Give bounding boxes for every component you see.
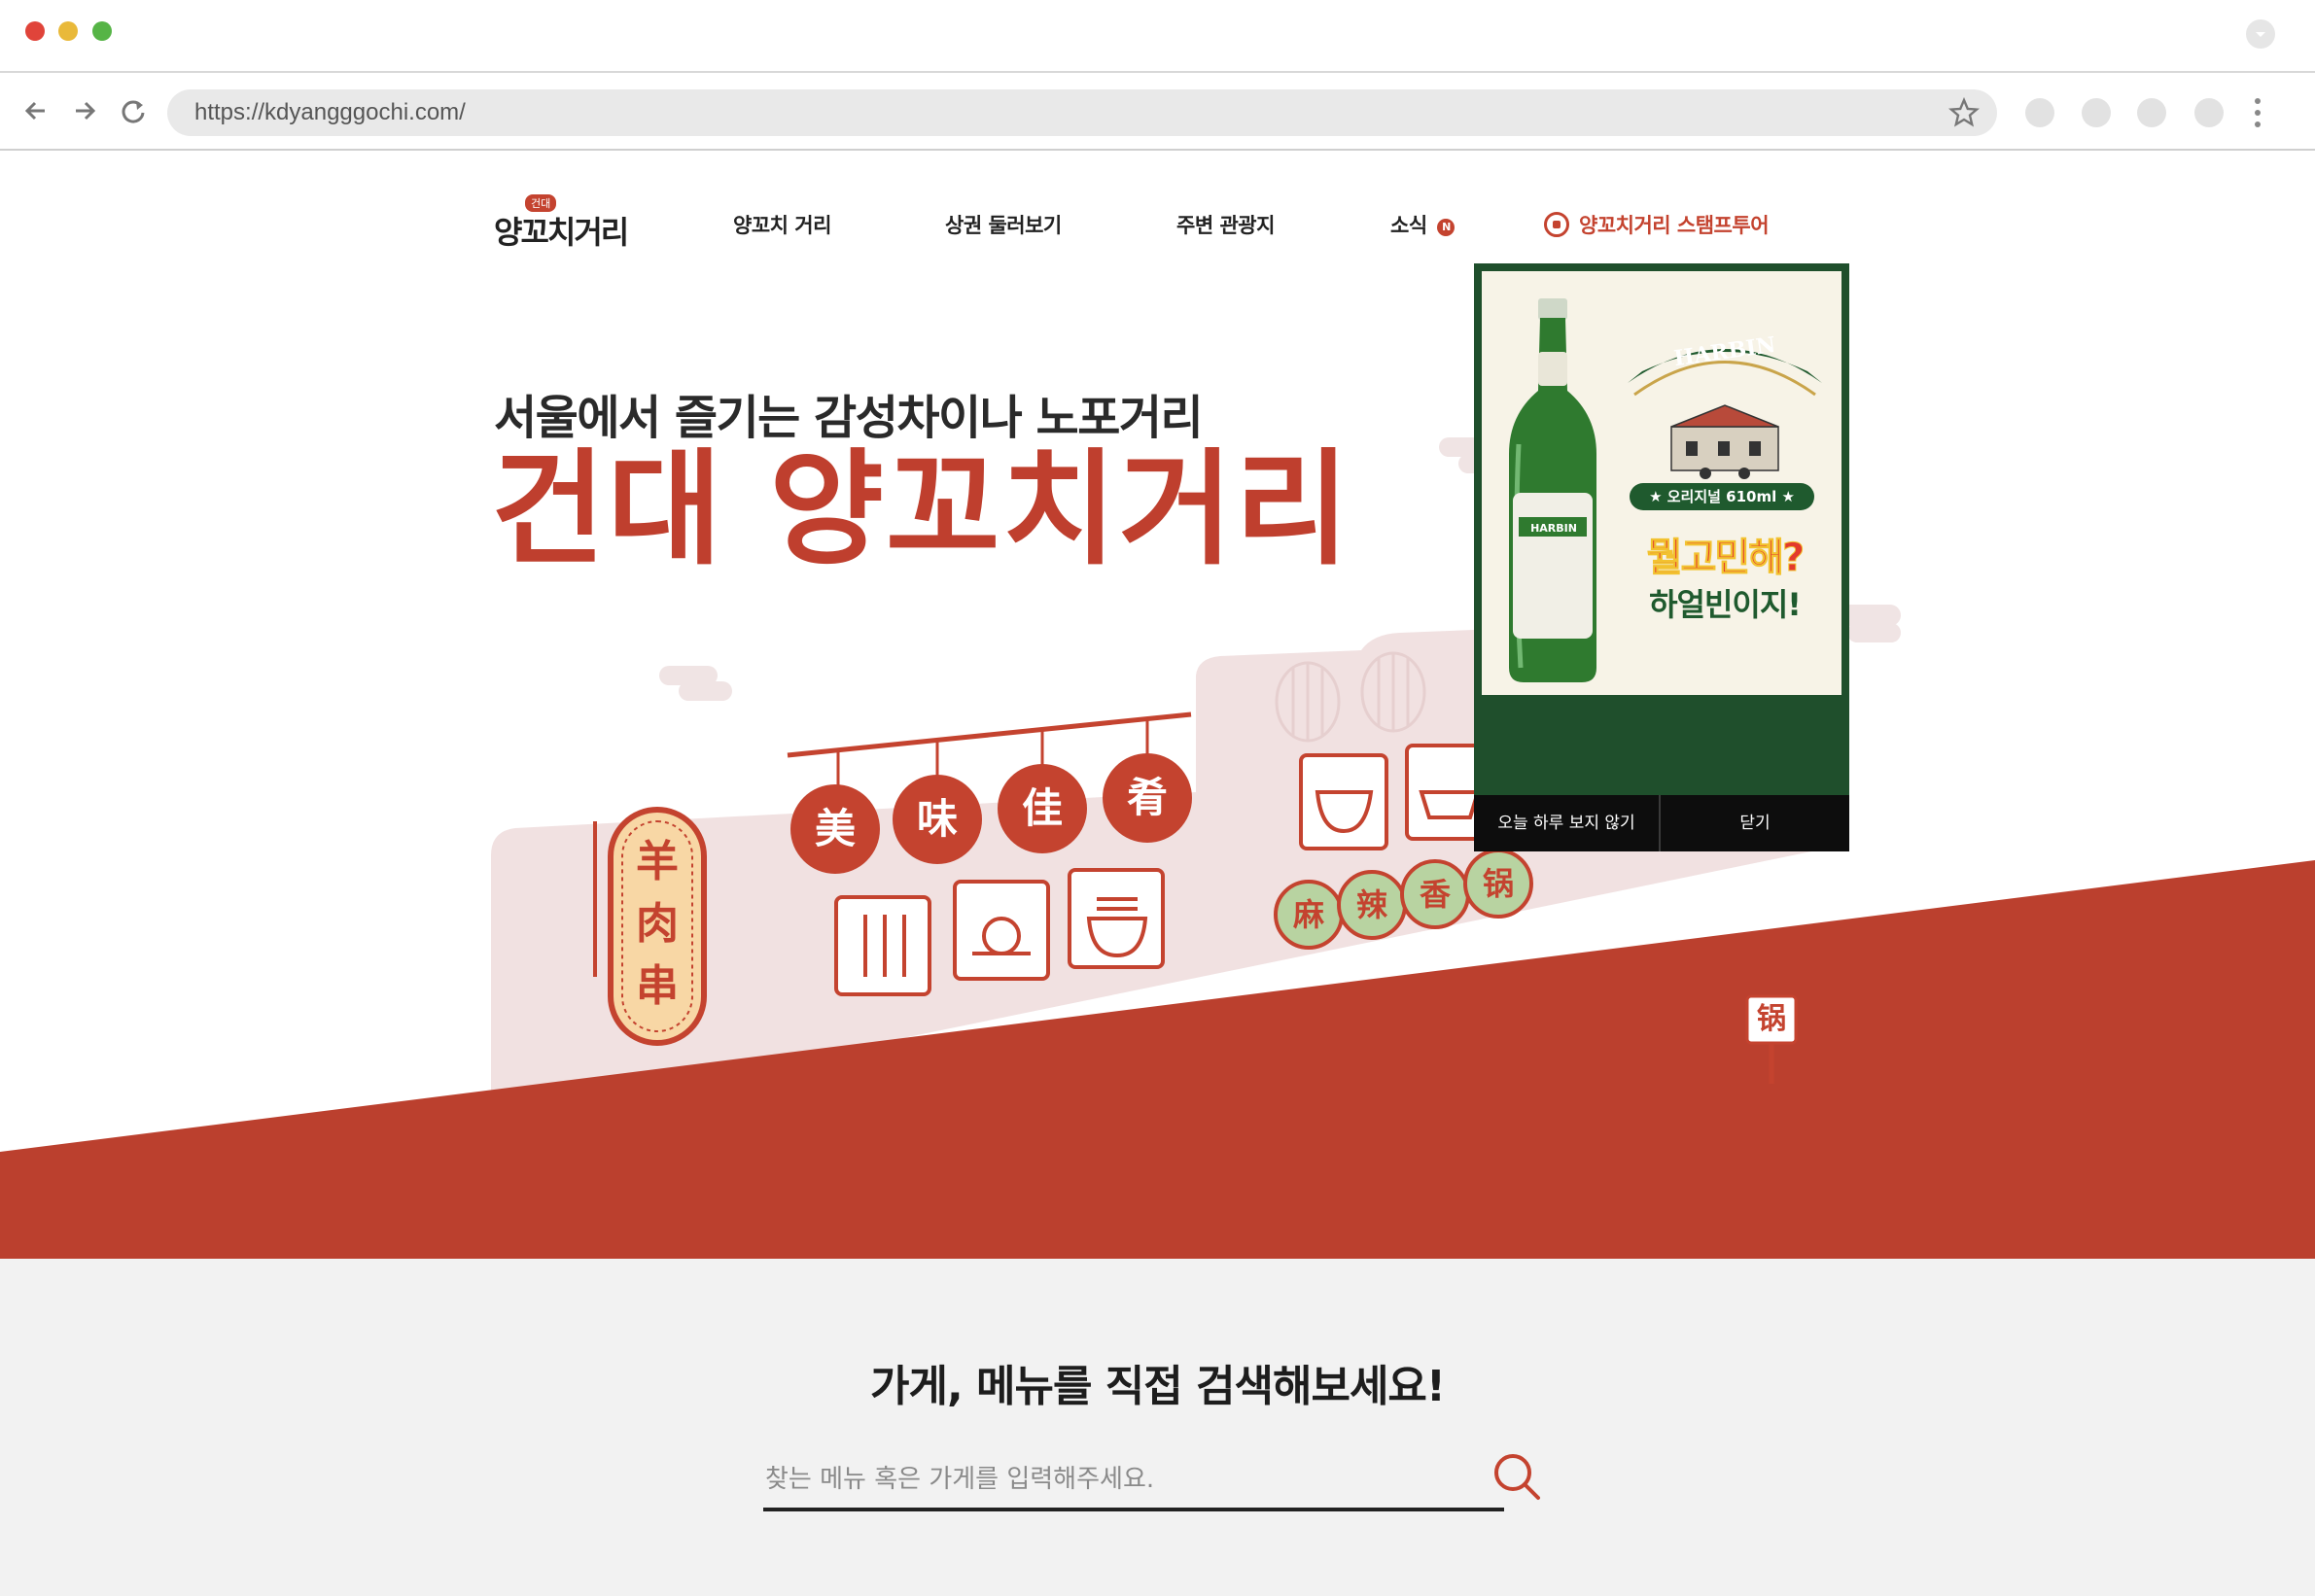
nav-item-stamp-tour[interactable]: 양꼬치거리 스탬프투어: [1544, 210, 1770, 239]
reload-icon[interactable]: [115, 91, 154, 130]
logo-text: 양꼬치거리: [494, 214, 629, 251]
close-window-button[interactable]: [25, 21, 45, 41]
beer-bottle-icon: [1509, 298, 1596, 682]
extension-icon[interactable]: [2137, 98, 2166, 127]
bookmark-star-icon[interactable]: [1948, 97, 1980, 128]
lantern-char: 美: [790, 784, 880, 874]
search-title: 가게, 메뉴를 직접 검색해보세요!: [870, 1362, 1446, 1411]
bottle-label: HARBIN: [1530, 522, 1577, 535]
round-sign: 锅: [1463, 849, 1533, 919]
ad-headline: 뭘고민해?: [1646, 536, 1805, 581]
extension-icon[interactable]: [2082, 98, 2111, 127]
lamb-skewer-sign-text: 羊 肉 串: [630, 831, 684, 1018]
volume-pill: ★ 오리지널 610ml ★: [1630, 483, 1814, 510]
new-badge: N: [1437, 219, 1456, 236]
ad-subheadline: 하얼빈이지!: [1649, 586, 1802, 623]
minimize-window-button[interactable]: [58, 21, 78, 41]
browser-titlebar: [0, 0, 2315, 73]
browser-menu-icon[interactable]: [2252, 95, 2263, 130]
search-input[interactable]: [763, 1451, 1504, 1511]
forward-arrow-icon[interactable]: [66, 91, 105, 130]
promo-popup: HARBIN HARBIN ★ 오리지널 610ml ★ 뭘고민해? 하얼빈이지…: [1474, 263, 1849, 851]
bowl-frame-icon: [1299, 753, 1388, 850]
lantern-char: 味: [893, 775, 982, 864]
round-sign: 辣: [1337, 870, 1407, 940]
sign-char: 串: [636, 961, 679, 1011]
website-viewport: 美 味 佳 肴 羊 肉 串 麻 辣 香 锅 锅 건대 양꼬치거리 양꼬치 거리 …: [0, 151, 2315, 1596]
stamp-icon: [1544, 212, 1569, 237]
hero-title: 건대 양꼬치거리: [491, 437, 1351, 582]
hide-today-button[interactable]: 오늘 하루 보지 않기: [1474, 795, 1659, 851]
maximize-window-button[interactable]: [92, 21, 112, 41]
close-popup-button[interactable]: 닫기: [1661, 795, 1849, 851]
search-icon[interactable]: [1491, 1451, 1542, 1502]
extension-icon[interactable]: [2194, 98, 2224, 127]
extension-icon[interactable]: [2025, 98, 2054, 127]
nav-item-street[interactable]: 양꼬치 거리: [733, 210, 831, 239]
sign-char: 羊: [636, 837, 679, 886]
pot-sign-char: 锅: [1757, 1002, 1786, 1036]
round-sign: 香: [1400, 859, 1470, 929]
brewery-illustration: [1670, 404, 1779, 479]
nav-item-district[interactable]: 상권 둘러보기: [945, 210, 1062, 239]
profile-dropdown-icon[interactable]: [2246, 19, 2275, 49]
nav-item-news-label: 소식: [1390, 214, 1427, 237]
nav-item-news[interactable]: 소식 N: [1390, 210, 1456, 239]
popup-ad-image[interactable]: HARBIN HARBIN ★ 오리지널 610ml ★ 뭘고민해? 하얼빈이지…: [1482, 271, 1841, 695]
dumpling-frame-icon: [953, 880, 1050, 981]
lantern-char: 佳: [998, 764, 1087, 853]
back-arrow-icon[interactable]: [18, 91, 56, 130]
address-bar-url[interactable]: https://kdyangggochi.com/: [194, 97, 466, 128]
sign-char: 肉: [636, 899, 679, 949]
lantern-char: 肴: [1103, 753, 1192, 843]
nav-item-attractions[interactable]: 주변 관광지: [1176, 210, 1275, 239]
search-section: [0, 1259, 2315, 1596]
stamp-tour-label: 양꼬치거리 스탬프투어: [1579, 214, 1770, 237]
round-sign: 麻: [1274, 880, 1344, 950]
